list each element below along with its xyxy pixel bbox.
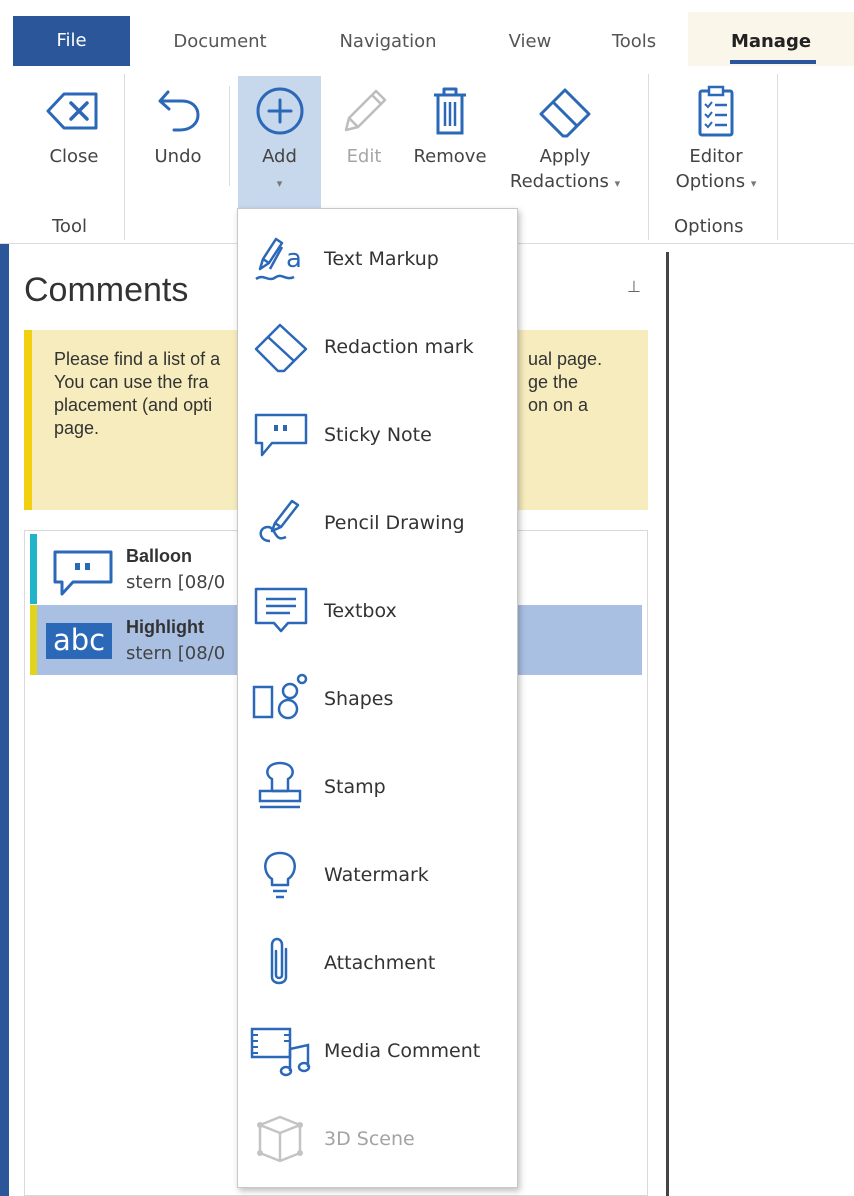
editor-dropdown-caret: ▾ xyxy=(750,177,757,190)
item-title: Highlight xyxy=(126,617,204,637)
svg-text:a: a xyxy=(286,244,302,274)
item-color-bar xyxy=(30,534,37,604)
menu-item-label: 3D Scene xyxy=(324,1128,415,1150)
notice-tail-line: ge the xyxy=(528,372,579,392)
group-separator xyxy=(777,74,778,240)
tab-navigation[interactable]: Navigation xyxy=(318,18,458,66)
menu-item-label: Text Markup xyxy=(324,248,439,270)
sticky-note-icon xyxy=(254,413,308,457)
menu-item-redaction-mark[interactable]: Redaction mark xyxy=(238,303,517,391)
apply-label-text: Redactions xyxy=(509,171,609,192)
menu-item-label: Redaction mark xyxy=(324,336,474,358)
apply-redactions-button[interactable]: Apply Redactions ▾ xyxy=(498,84,632,196)
editor-options-button[interactable]: Editor Options ▾ xyxy=(664,84,768,196)
menu-item-media-comment[interactable]: Media Comment xyxy=(238,1007,517,1095)
cube-3d-icon xyxy=(257,1115,303,1163)
menu-item-3d-scene: 3D Scene xyxy=(238,1095,517,1183)
tab-view[interactable]: View xyxy=(490,18,570,66)
lightbulb-icon xyxy=(264,851,296,899)
close-icon xyxy=(46,92,98,130)
item-color-bar xyxy=(30,605,37,675)
editor-label-line2: Options ▾ xyxy=(664,169,768,196)
paperclip-icon xyxy=(270,937,288,985)
menu-item-textbox[interactable]: Textbox xyxy=(238,567,517,655)
balloon-icon xyxy=(53,550,113,596)
edit-button: Edit xyxy=(328,84,400,169)
edit-label: Edit xyxy=(346,146,382,167)
tab-file[interactable]: File xyxy=(13,16,130,66)
menu-item-label: Shapes xyxy=(324,688,394,710)
add-icon xyxy=(256,87,303,135)
close-button[interactable]: Close xyxy=(36,84,112,169)
stamp-icon xyxy=(258,761,302,809)
apply-label-line2: Redactions ▾ xyxy=(498,169,632,196)
pencil-drawing-icon xyxy=(259,499,300,543)
undo-button[interactable]: Undo xyxy=(140,84,216,169)
pin-icon[interactable]: ⊥ xyxy=(627,277,641,297)
menu-item-text-markup[interactable]: a Text Markup xyxy=(238,215,517,303)
tab-manage[interactable]: Manage xyxy=(712,18,830,66)
tab-document[interactable]: Document xyxy=(155,18,285,66)
notice-tail: ual page. ge the on on a xyxy=(528,348,602,417)
editor-label-text: Options xyxy=(675,171,746,192)
document-page-edge xyxy=(666,252,669,1196)
group-separator xyxy=(124,74,125,240)
group-separator xyxy=(648,74,649,240)
pencil-icon xyxy=(344,89,387,132)
textbox-icon xyxy=(254,587,308,633)
menu-item-attachment[interactable]: Attachment xyxy=(238,919,517,1007)
shapes-icon xyxy=(252,673,308,720)
close-label: Close xyxy=(49,146,99,167)
menu-item-watermark[interactable]: Watermark xyxy=(238,831,517,919)
menu-item-label: Watermark xyxy=(324,864,429,886)
group-label-tool: Tool xyxy=(52,216,87,237)
add-dropdown-caret: ▾ xyxy=(276,177,283,190)
eraser-icon xyxy=(254,323,308,373)
menu-item-label: Textbox xyxy=(324,600,397,622)
item-meta: stern [08/0 xyxy=(126,643,226,664)
remove-label: Remove xyxy=(413,146,487,167)
menu-item-sticky-note[interactable]: Sticky Note xyxy=(238,391,517,479)
media-icon xyxy=(250,1027,311,1077)
menu-item-pencil-drawing[interactable]: Pencil Drawing xyxy=(238,479,517,567)
undo-icon xyxy=(158,90,200,132)
group-label-options: Options xyxy=(674,216,744,237)
menu-item-label: Pencil Drawing xyxy=(324,512,465,534)
comments-title: Comments xyxy=(24,271,189,309)
active-tab-indicator xyxy=(730,60,816,64)
notice-tail-line: ual page. xyxy=(528,349,603,369)
menu-item-stamp[interactable]: Stamp xyxy=(238,743,517,831)
apply-dropdown-caret: ▾ xyxy=(614,177,621,190)
document-area[interactable] xyxy=(657,244,854,1196)
ribbon-tab-bar: File Document Navigation View Tools Mana… xyxy=(0,0,854,70)
menu-item-label: Media Comment xyxy=(324,1040,481,1062)
separator xyxy=(229,86,230,186)
add-label: Add xyxy=(262,146,297,167)
item-meta: stern [08/0 xyxy=(126,572,226,593)
item-title: Balloon xyxy=(126,546,192,566)
menu-item-label: Attachment xyxy=(324,952,436,974)
remove-button[interactable]: Remove xyxy=(406,84,494,169)
editor-label-line1: Editor xyxy=(689,146,743,167)
clipboard-checklist-icon xyxy=(698,85,734,137)
menu-item-label: Sticky Note xyxy=(324,424,432,446)
trash-icon xyxy=(434,87,466,135)
undo-label: Undo xyxy=(154,146,202,167)
add-button[interactable]: Add ▾ xyxy=(238,76,321,210)
notice-tail-line: on on a xyxy=(528,395,589,415)
menu-item-shapes[interactable]: Shapes xyxy=(238,655,517,743)
highlight-icon: abc xyxy=(46,623,112,659)
tab-tools[interactable]: Tools xyxy=(594,18,674,66)
eraser-icon xyxy=(539,88,591,138)
add-dropdown-menu: a Text Markup Redaction mark Sticky Note… xyxy=(237,208,518,1188)
text-markup-icon: a xyxy=(255,237,302,281)
apply-label-line1: Apply xyxy=(539,146,591,167)
menu-item-label: Stamp xyxy=(324,776,386,798)
